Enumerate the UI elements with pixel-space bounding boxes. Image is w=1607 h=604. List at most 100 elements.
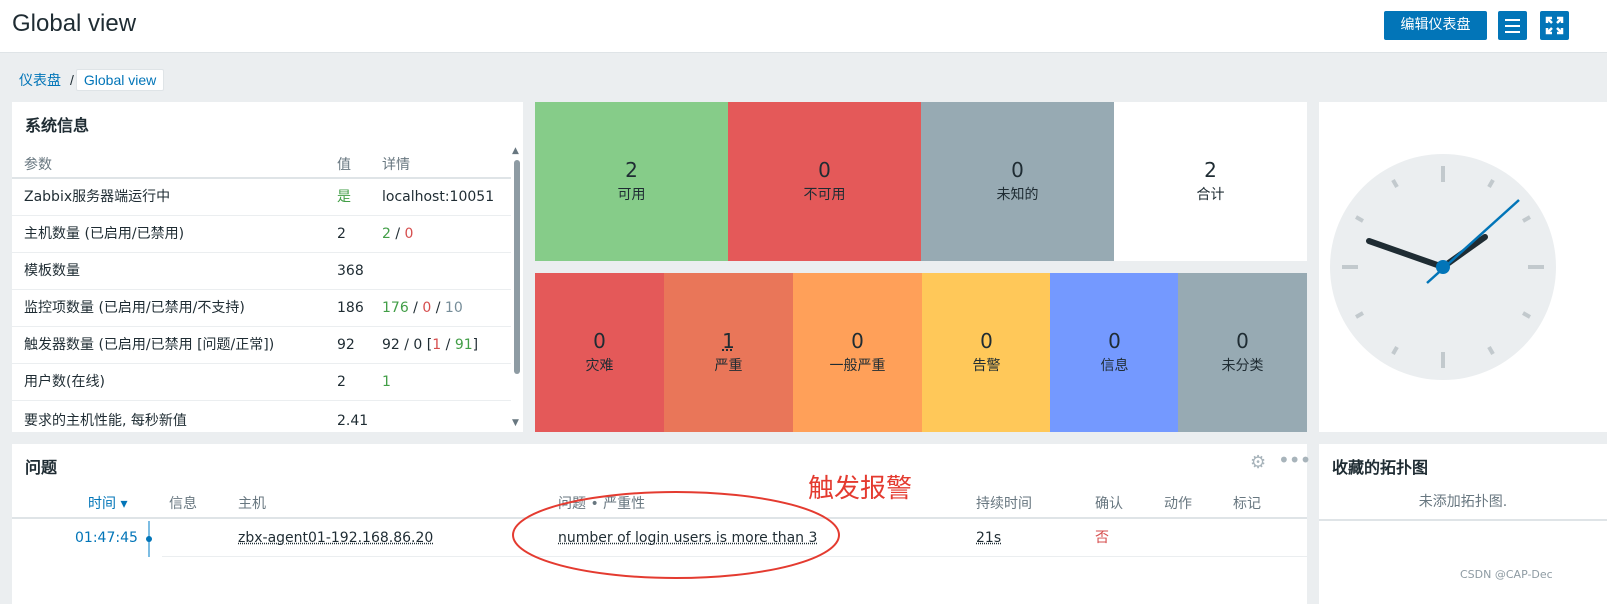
severity-warning[interactable]: 0 告警 bbox=[922, 273, 1051, 432]
row-value: 2.41 bbox=[337, 413, 369, 429]
row-value: 368 bbox=[337, 263, 364, 279]
clock-icon bbox=[1330, 154, 1556, 380]
favorite-maps-title: 收藏的拓扑图 bbox=[1332, 458, 1429, 477]
scrollbar[interactable]: ▲ ▼ bbox=[511, 146, 523, 432]
problems-by-severity-widget: 0 灾难 1 严重 0 一般严重 0 告警 0 信息 0 未分类 bbox=[535, 273, 1307, 432]
column-host: 主机 bbox=[238, 496, 266, 512]
severity-label: 严重 bbox=[714, 358, 743, 374]
column-tags: 标记 bbox=[1233, 496, 1261, 512]
breadcrumb-separator: / bbox=[70, 72, 74, 88]
system-info-title: 系统信息 bbox=[25, 116, 90, 135]
scroll-down-icon[interactable]: ▼ bbox=[512, 418, 519, 428]
column-actions: 动作 bbox=[1164, 496, 1192, 512]
availability-available[interactable]: 2 可用 bbox=[535, 102, 728, 261]
problems-title: 问题 bbox=[25, 458, 58, 477]
table-row: 触发器数量 (已启用/已禁用 [问题/正常]) 92 92 / 0 [1 / 9… bbox=[12, 327, 511, 364]
severity-label: 一般严重 bbox=[829, 358, 886, 374]
edit-dashboard-button[interactable]: 编辑仪表盘 bbox=[1384, 11, 1487, 40]
column-ack: 确认 bbox=[1095, 496, 1123, 512]
row-details: 176 / 0 / 10 bbox=[382, 300, 463, 316]
table-row: 监控项数量 (已启用/已禁用/不支持) 186 176 / 0 / 10 bbox=[12, 290, 511, 327]
row-value: 2 bbox=[337, 374, 346, 390]
table-row: 用户数(在线) 2 1 bbox=[12, 364, 511, 401]
severity-label: 灾难 bbox=[585, 358, 614, 374]
row-param: 用户数(在线) bbox=[24, 374, 105, 390]
table-row: Zabbix服务器端运行中 是 localhost:10051 bbox=[12, 179, 511, 216]
favorite-maps-divider bbox=[1319, 519, 1607, 521]
problem-duration-link[interactable]: 21s bbox=[976, 519, 1001, 557]
fullscreen-button[interactable] bbox=[1540, 11, 1569, 40]
breadcrumb-current[interactable]: Global view bbox=[75, 69, 165, 91]
row-param: 主机数量 (已启用/已禁用) bbox=[24, 226, 185, 242]
severity-label: 未分类 bbox=[1221, 358, 1264, 374]
availability-total: 2 合计 bbox=[1114, 102, 1307, 261]
clock-widget bbox=[1319, 102, 1607, 432]
menu-icon-line bbox=[1505, 25, 1520, 27]
column-value: 值 bbox=[337, 157, 351, 173]
severity-label: 告警 bbox=[972, 358, 1001, 374]
row-param: 触发器数量 (已启用/已禁用 [问题/正常]) bbox=[24, 337, 275, 353]
availability-count: 0 bbox=[1011, 158, 1024, 182]
severity-count: 0 bbox=[593, 329, 606, 353]
breadcrumb-dashboards-link[interactable]: 仪表盘 bbox=[12, 70, 68, 90]
column-param: 参数 bbox=[24, 157, 52, 173]
favorite-maps-empty: 未添加拓扑图. bbox=[1418, 494, 1508, 510]
severity-high[interactable]: 1 严重 bbox=[664, 273, 793, 432]
host-availability-widget: 2 可用 0 不可用 0 未知的 2 合计 bbox=[535, 102, 1307, 261]
availability-unknown[interactable]: 0 未知的 bbox=[921, 102, 1114, 261]
table-row: 模板数量 368 bbox=[12, 253, 511, 290]
table-row: 主机数量 (已启用/已禁用) 2 2 / 0 bbox=[12, 216, 511, 253]
column-time[interactable]: 时间 ▾ bbox=[88, 493, 127, 513]
availability-count: 2 bbox=[625, 158, 638, 182]
row-details: 2 / 0 bbox=[382, 226, 414, 242]
row-details: 1 bbox=[382, 374, 391, 390]
availability-label: 未知的 bbox=[996, 187, 1039, 203]
row-value: 186 bbox=[337, 300, 364, 316]
row-value: 是 bbox=[337, 189, 351, 205]
row-details: localhost:10051 bbox=[382, 189, 495, 205]
table-row: 要求的主机性能, 每秒新值 2.41 bbox=[12, 401, 511, 432]
availability-label: 可用 bbox=[617, 187, 646, 203]
severity-label: 信息 bbox=[1100, 358, 1129, 374]
watermark: CSDN @CAP-Dec bbox=[1460, 568, 1553, 581]
severity-count: 0 bbox=[1236, 329, 1249, 353]
availability-unavailable[interactable]: 0 不可用 bbox=[728, 102, 921, 261]
page-title: Global view bbox=[12, 10, 137, 37]
column-duration: 持续时间 bbox=[976, 496, 1032, 512]
severity-information[interactable]: 0 信息 bbox=[1050, 273, 1179, 432]
scroll-thumb[interactable] bbox=[514, 160, 520, 374]
severity-count: 0 bbox=[1108, 329, 1121, 353]
severity-average[interactable]: 0 一般严重 bbox=[793, 273, 922, 432]
system-info-widget: 系统信息 参数 值 详情 Zabbix服务器端运行中 是 localhost:1… bbox=[12, 102, 523, 432]
problem-host-link[interactable]: zbx-agent01-192.168.86.20 bbox=[238, 519, 433, 557]
row-param: Zabbix服务器端运行中 bbox=[24, 189, 171, 205]
scroll-up-icon[interactable]: ▲ bbox=[512, 146, 519, 156]
severity-not-classified[interactable]: 0 未分类 bbox=[1178, 273, 1307, 432]
availability-label: 不可用 bbox=[803, 187, 846, 203]
more-options-icon[interactable]: ••• bbox=[1278, 448, 1311, 472]
column-details: 详情 bbox=[382, 157, 410, 173]
menu-icon-line bbox=[1505, 31, 1520, 33]
availability-count: 2 bbox=[1204, 158, 1217, 182]
severity-disaster[interactable]: 0 灾难 bbox=[535, 273, 664, 432]
severity-count: 0 bbox=[851, 329, 864, 353]
row-value: 92 bbox=[337, 337, 355, 353]
dashboard-menu-button[interactable] bbox=[1498, 11, 1527, 40]
severity-count[interactable]: 1 bbox=[664, 329, 793, 353]
row-value: 2 bbox=[337, 226, 346, 242]
availability-count: 0 bbox=[818, 158, 831, 182]
system-info-header: 参数 值 详情 bbox=[12, 146, 511, 179]
column-info: 信息 bbox=[169, 496, 197, 512]
page-header: Global view 编辑仪表盘 bbox=[0, 0, 1607, 53]
row-param: 要求的主机性能, 每秒新值 bbox=[24, 413, 187, 429]
gear-icon[interactable]: ⚙ bbox=[1250, 452, 1266, 473]
row-details: 92 / 0 [1 / 91] bbox=[382, 337, 479, 353]
row-param: 监控项数量 (已启用/已禁用/不支持) bbox=[24, 300, 245, 316]
row-param: 模板数量 bbox=[24, 263, 80, 279]
problem-time-link[interactable]: 01:47:45 bbox=[75, 519, 138, 557]
problem-ack-link[interactable]: 否 bbox=[1095, 519, 1109, 557]
availability-label: 合计 bbox=[1196, 187, 1225, 203]
fullscreen-icon bbox=[1545, 16, 1564, 35]
menu-icon bbox=[1505, 19, 1520, 21]
severity-count: 0 bbox=[980, 329, 993, 353]
